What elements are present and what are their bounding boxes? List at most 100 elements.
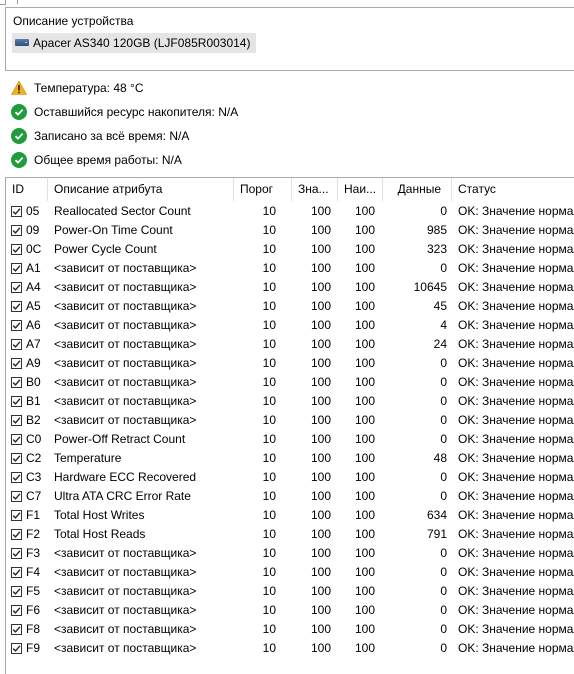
row-checkbox[interactable] (11, 415, 22, 426)
table-row[interactable]: A1 <зависит от поставщика> 10 100 100 0 OK: Зн… (6, 259, 574, 278)
attribute-id: 05 (26, 204, 40, 218)
attribute-id: C0 (26, 432, 42, 446)
worst-value: 100 (354, 394, 375, 408)
table-row[interactable]: 09 Power-On Time Count 10 100 100 985 OK: Знач… (6, 221, 574, 240)
worst-value: 100 (354, 546, 375, 560)
row-checkbox[interactable] (11, 282, 22, 293)
attribute-id: B0 (26, 375, 41, 389)
raw-data-value: 0 (440, 489, 447, 503)
row-checkbox[interactable] (11, 510, 22, 521)
checkmark-icon (12, 246, 21, 253)
column-header-threshold[interactable]: Порог (234, 178, 292, 201)
raw-data-value: 48 (433, 451, 447, 465)
worst-value: 100 (354, 584, 375, 598)
status-value: OK: Значение нормал (458, 432, 574, 446)
table-row[interactable]: 05 Reallocated Sector Count 10 100 100 0 OK: З… (6, 202, 574, 221)
worst-value: 100 (354, 356, 375, 370)
row-checkbox[interactable] (11, 396, 22, 407)
table-row[interactable]: B2 <зависит от поставщика> 10 100 100 0 OK: Зн… (6, 411, 574, 430)
table-row[interactable]: A7 <зависит от поставщика> 10 100 100 24 OK: З… (6, 335, 574, 354)
table-row[interactable]: F3 <зависит от поставщика> 10 100 100 0 OK: Зн… (6, 544, 574, 563)
row-checkbox[interactable] (11, 586, 22, 597)
row-checkbox[interactable] (11, 320, 22, 331)
table-row[interactable]: B0 <зависит от поставщика> 10 100 100 0 OK: Зн… (6, 373, 574, 392)
row-checkbox[interactable] (11, 358, 22, 369)
table-row[interactable]: B1 <зависит от поставщика> 10 100 100 0 OK: Зн… (6, 392, 574, 411)
device-list-item[interactable]: Apacer AS340 120GB (LJF085R003014) (12, 33, 257, 53)
attribute-name: <зависит от поставщика> (54, 413, 197, 427)
raw-data-value: 0 (440, 394, 447, 408)
table-row[interactable]: F5 <зависит от поставщика> 10 100 100 0 OK: Зн… (6, 582, 574, 601)
column-header-worst[interactable]: Наи... (338, 178, 382, 201)
table-row[interactable]: F9 <зависит от поставщика> 10 100 100 0 OK: Зн… (6, 639, 574, 658)
attribute-id: A9 (26, 356, 41, 370)
attribute-id: C7 (26, 489, 42, 503)
row-checkbox[interactable] (11, 605, 22, 616)
row-checkbox[interactable] (11, 225, 22, 236)
attribute-id-cell: A9 (6, 354, 48, 373)
attribute-name: <зависит от поставщика> (54, 280, 197, 294)
attribute-id: A7 (26, 337, 41, 351)
table-row[interactable]: F2 Total Host Reads 10 100 100 791 OK: Значени… (6, 525, 574, 544)
column-header-current[interactable]: Зна... (292, 178, 338, 201)
current-value: 100 (310, 451, 331, 465)
row-checkbox[interactable] (11, 624, 22, 635)
raw-data-value: 24 (433, 337, 447, 351)
attribute-name: <зависит от поставщика> (54, 584, 197, 598)
row-checkbox[interactable] (11, 263, 22, 274)
table-row[interactable]: C0 Power-Off Retract Count 10 100 100 0 OK: Зн… (6, 430, 574, 449)
row-checkbox[interactable] (11, 377, 22, 388)
attribute-id: F6 (26, 603, 41, 617)
attribute-name: <зависит от поставщика> (54, 622, 197, 636)
row-checkbox[interactable] (11, 301, 22, 312)
column-header-data[interactable]: Данные (382, 178, 452, 201)
row-checkbox[interactable] (11, 339, 22, 350)
raw-data-value: 10645 (413, 280, 447, 294)
table-row[interactable]: C3 Hardware ECC Recovered 10 100 100 0 OK: Зна… (6, 468, 574, 487)
table-row[interactable]: F8 <зависит от поставщика> 10 100 100 0 OK: Зн… (6, 620, 574, 639)
attribute-id-cell: C3 (6, 468, 48, 487)
row-checkbox[interactable] (11, 434, 22, 445)
table-row[interactable]: F4 <зависит от поставщика> 10 100 100 0 OK: Зн… (6, 563, 574, 582)
current-value: 100 (310, 546, 331, 560)
row-checkbox[interactable] (11, 206, 22, 217)
checkmark-icon (12, 626, 21, 633)
checkmark-icon (12, 474, 21, 481)
row-checkbox[interactable] (11, 453, 22, 464)
worst-value: 100 (354, 318, 375, 332)
table-row[interactable]: A6 <зависит от поставщика> 10 100 100 4 OK: Зн… (6, 316, 574, 335)
row-checkbox[interactable] (11, 529, 22, 540)
column-header-status[interactable]: Статус (452, 178, 574, 201)
current-value: 100 (310, 508, 331, 522)
threshold-value: 10 (262, 375, 276, 389)
row-checkbox[interactable] (11, 548, 22, 559)
ok-check-icon (11, 152, 27, 168)
attribute-name: Hardware ECC Recovered (54, 470, 197, 484)
table-row[interactable]: A9 <зависит от поставщика> 10 100 100 0 OK: Зн… (6, 354, 574, 373)
row-checkbox[interactable] (11, 643, 22, 654)
attribute-id: C3 (26, 470, 42, 484)
column-header-description[interactable]: Описание атрибута (48, 178, 234, 201)
drive-icon (15, 38, 29, 48)
worst-value: 100 (354, 375, 375, 389)
table-row[interactable]: F6 <зависит от поставщика> 10 100 100 0 OK: Зн… (6, 601, 574, 620)
table-row[interactable]: 0C Power Cycle Count 10 100 100 323 OK: Значен… (6, 240, 574, 259)
table-row[interactable]: C2 Temperature 10 100 100 48 OK: Значение норм… (6, 449, 574, 468)
checkmark-icon (12, 227, 21, 234)
threshold-value: 10 (262, 527, 276, 541)
status-value: OK: Значение нормал (458, 204, 574, 218)
row-checkbox[interactable] (11, 244, 22, 255)
column-header-id[interactable]: ID (6, 178, 48, 201)
row-checkbox[interactable] (11, 472, 22, 483)
table-row[interactable]: A4 <зависит от поставщика> 10 100 100 10645 OK… (6, 278, 574, 297)
row-checkbox[interactable] (11, 491, 22, 502)
table-row[interactable]: C7 Ultra ATA CRC Error Rate 10 100 100 0 OK: З… (6, 487, 574, 506)
checkmark-icon (12, 265, 21, 272)
attribute-id-cell: B0 (6, 373, 48, 392)
table-row[interactable]: A5 <зависит от поставщика> 10 100 100 45 OK: З… (6, 297, 574, 316)
attribute-name: <зависит от поставщика> (54, 394, 197, 408)
status-text: Оставшийся ресурс накопителя: N/A (34, 105, 239, 119)
attribute-id-cell: F6 (6, 601, 48, 620)
row-checkbox[interactable] (11, 567, 22, 578)
table-row[interactable]: F1 Total Host Writes 10 100 100 634 OK: Значен… (6, 506, 574, 525)
